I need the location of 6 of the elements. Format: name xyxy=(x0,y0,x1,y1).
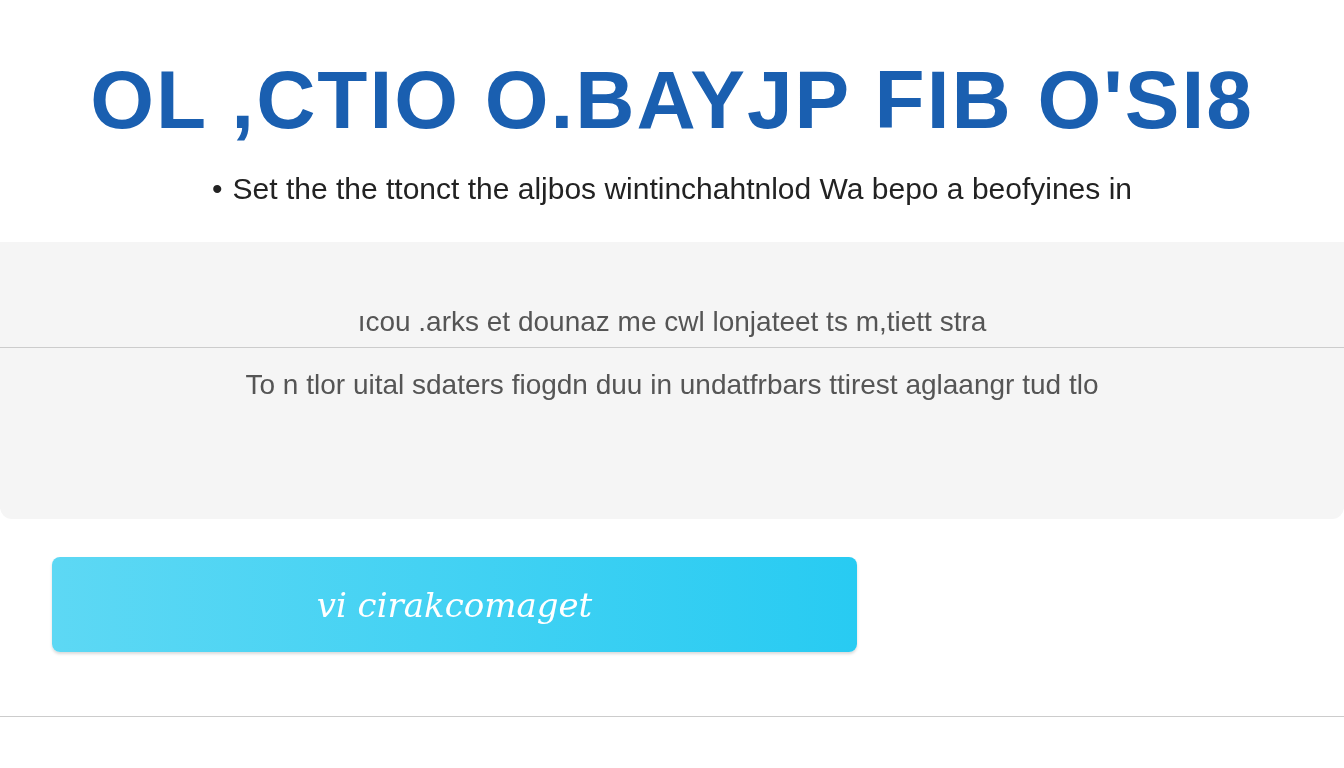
action-button[interactable]: vi cirakcomaget xyxy=(52,557,857,652)
subtitle: Set the the ttonct the aljbos wintinchahtnlod Wa bepo a beofyines in xyxy=(232,172,1132,206)
page-title: OL ,CTIO O.BAYJP FIB O'SI8 xyxy=(89,53,1255,147)
panel-text: To n tlor uital sdaters fiogdn duu in undatfrbars ttirest aglaangr tud tlo xyxy=(244,368,1100,402)
panel-text: ıcou .arks et dounaz me cwl lonjateet ts m,tiett stra xyxy=(356,305,988,339)
bullet-icon: • xyxy=(212,172,223,206)
